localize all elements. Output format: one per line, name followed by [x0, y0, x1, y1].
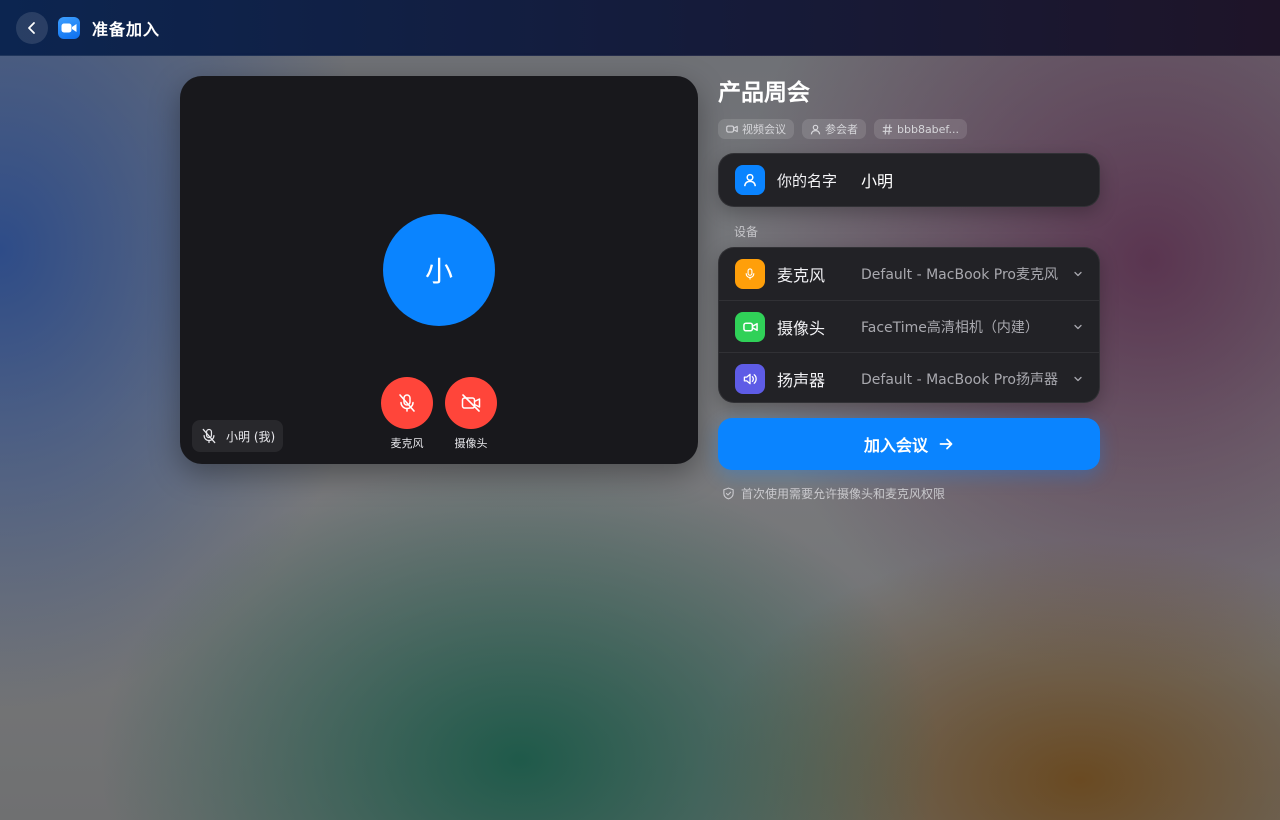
speaker-icon-box [735, 363, 765, 394]
video-camera-icon [726, 125, 738, 133]
camera-select[interactable]: 摄像头 FaceTime高清相机（内建） [719, 300, 1099, 352]
camera-label: 摄像头 [777, 318, 826, 338]
avatar: 小 [383, 214, 495, 326]
chevron-down-icon [1074, 376, 1082, 382]
camera-off-icon [461, 394, 481, 412]
devices-section-label: 设备 [734, 225, 759, 239]
mic-toggle: 麦克风 [381, 377, 433, 451]
meeting-type-chip: 视频会议 [718, 119, 794, 139]
person-icon [810, 124, 821, 134]
self-name-tag: 小明 (我) [192, 420, 284, 452]
video-preview: 小 麦克风 摄像头 小明 (我) [180, 76, 698, 464]
speaker-select[interactable]: 扬声器 Default - MacBook Pro扬声器 [719, 352, 1099, 402]
join-meeting-button[interactable]: 加入会议 [718, 418, 1100, 470]
meeting-id-chip[interactable]: bbb8abef... [874, 119, 967, 139]
participants-text: 参会者 [825, 123, 858, 136]
chevron-down-icon [1074, 271, 1082, 277]
permission-hint-text: 首次使用需要允许摄像头和麦克风权限 [741, 487, 946, 501]
join-meeting-label: 加入会议 [863, 436, 928, 455]
speaker-icon [743, 373, 757, 384]
shield-check-icon [723, 487, 734, 500]
participants-chip: 参会者 [802, 119, 866, 139]
self-name-label: 小明 (我) [226, 429, 276, 444]
speaker-value: Default - MacBook Pro扬声器 [861, 371, 1058, 388]
microphone-label: 麦克风 [777, 266, 826, 285]
video-camera-icon [742, 322, 758, 331]
speaker-label: 扬声器 [777, 370, 826, 390]
camera-value: FaceTime高清相机（内建） [861, 319, 1039, 336]
microphone-select[interactable]: 麦克风 Default - MacBook Pro麦克风 [719, 248, 1099, 300]
permission-hint: 首次使用需要允许摄像头和麦克风权限 [722, 485, 945, 502]
app-logo [58, 16, 80, 39]
microphone-icon-box [735, 259, 765, 289]
avatar-initial: 小 [424, 255, 453, 288]
person-icon [743, 173, 757, 187]
page-title: 准备加入 [92, 19, 161, 39]
meeting-info-chips: 视频会议 参会者 bbb8abef... [718, 119, 1100, 139]
camera-icon-box [735, 311, 765, 342]
mic-off-icon [399, 394, 415, 412]
mic-toggle-label: 麦克风 [390, 437, 424, 450]
mic-toggle-button[interactable] [381, 377, 433, 429]
microphone-value: Default - MacBook Pro麦克风 [861, 267, 1058, 283]
name-input[interactable] [861, 170, 1081, 190]
video-camera-icon [61, 23, 77, 32]
camera-toggle-button[interactable] [445, 377, 497, 429]
meeting-id-text: bbb8abef... [897, 122, 959, 136]
name-field-label: 你的名字 [777, 171, 838, 190]
top-bar: 准备加入 [0, 0, 1280, 56]
chevron-down-icon [1074, 324, 1082, 330]
back-button[interactable] [16, 11, 48, 44]
arrow-right-icon [939, 438, 953, 450]
join-panel: 产品周会 视频会议 参会者 bbb8abef... 你的名字 小明 设备 麦克风… [718, 76, 1100, 501]
hash-icon [882, 123, 893, 135]
mic-off-icon [202, 428, 216, 444]
camera-toggle-label: 摄像头 [454, 437, 488, 450]
meeting-title: 产品周会 [718, 80, 810, 106]
devices-card: 麦克风 Default - MacBook Pro麦克风 摄像头 FaceTim… [718, 247, 1100, 403]
name-icon-box [735, 165, 765, 195]
chevron-left-icon [28, 21, 35, 34]
microphone-icon [745, 268, 755, 280]
camera-toggle: 摄像头 [445, 377, 497, 451]
meeting-type-text: 视频会议 [742, 123, 786, 136]
name-field-card: 你的名字 [718, 153, 1100, 207]
